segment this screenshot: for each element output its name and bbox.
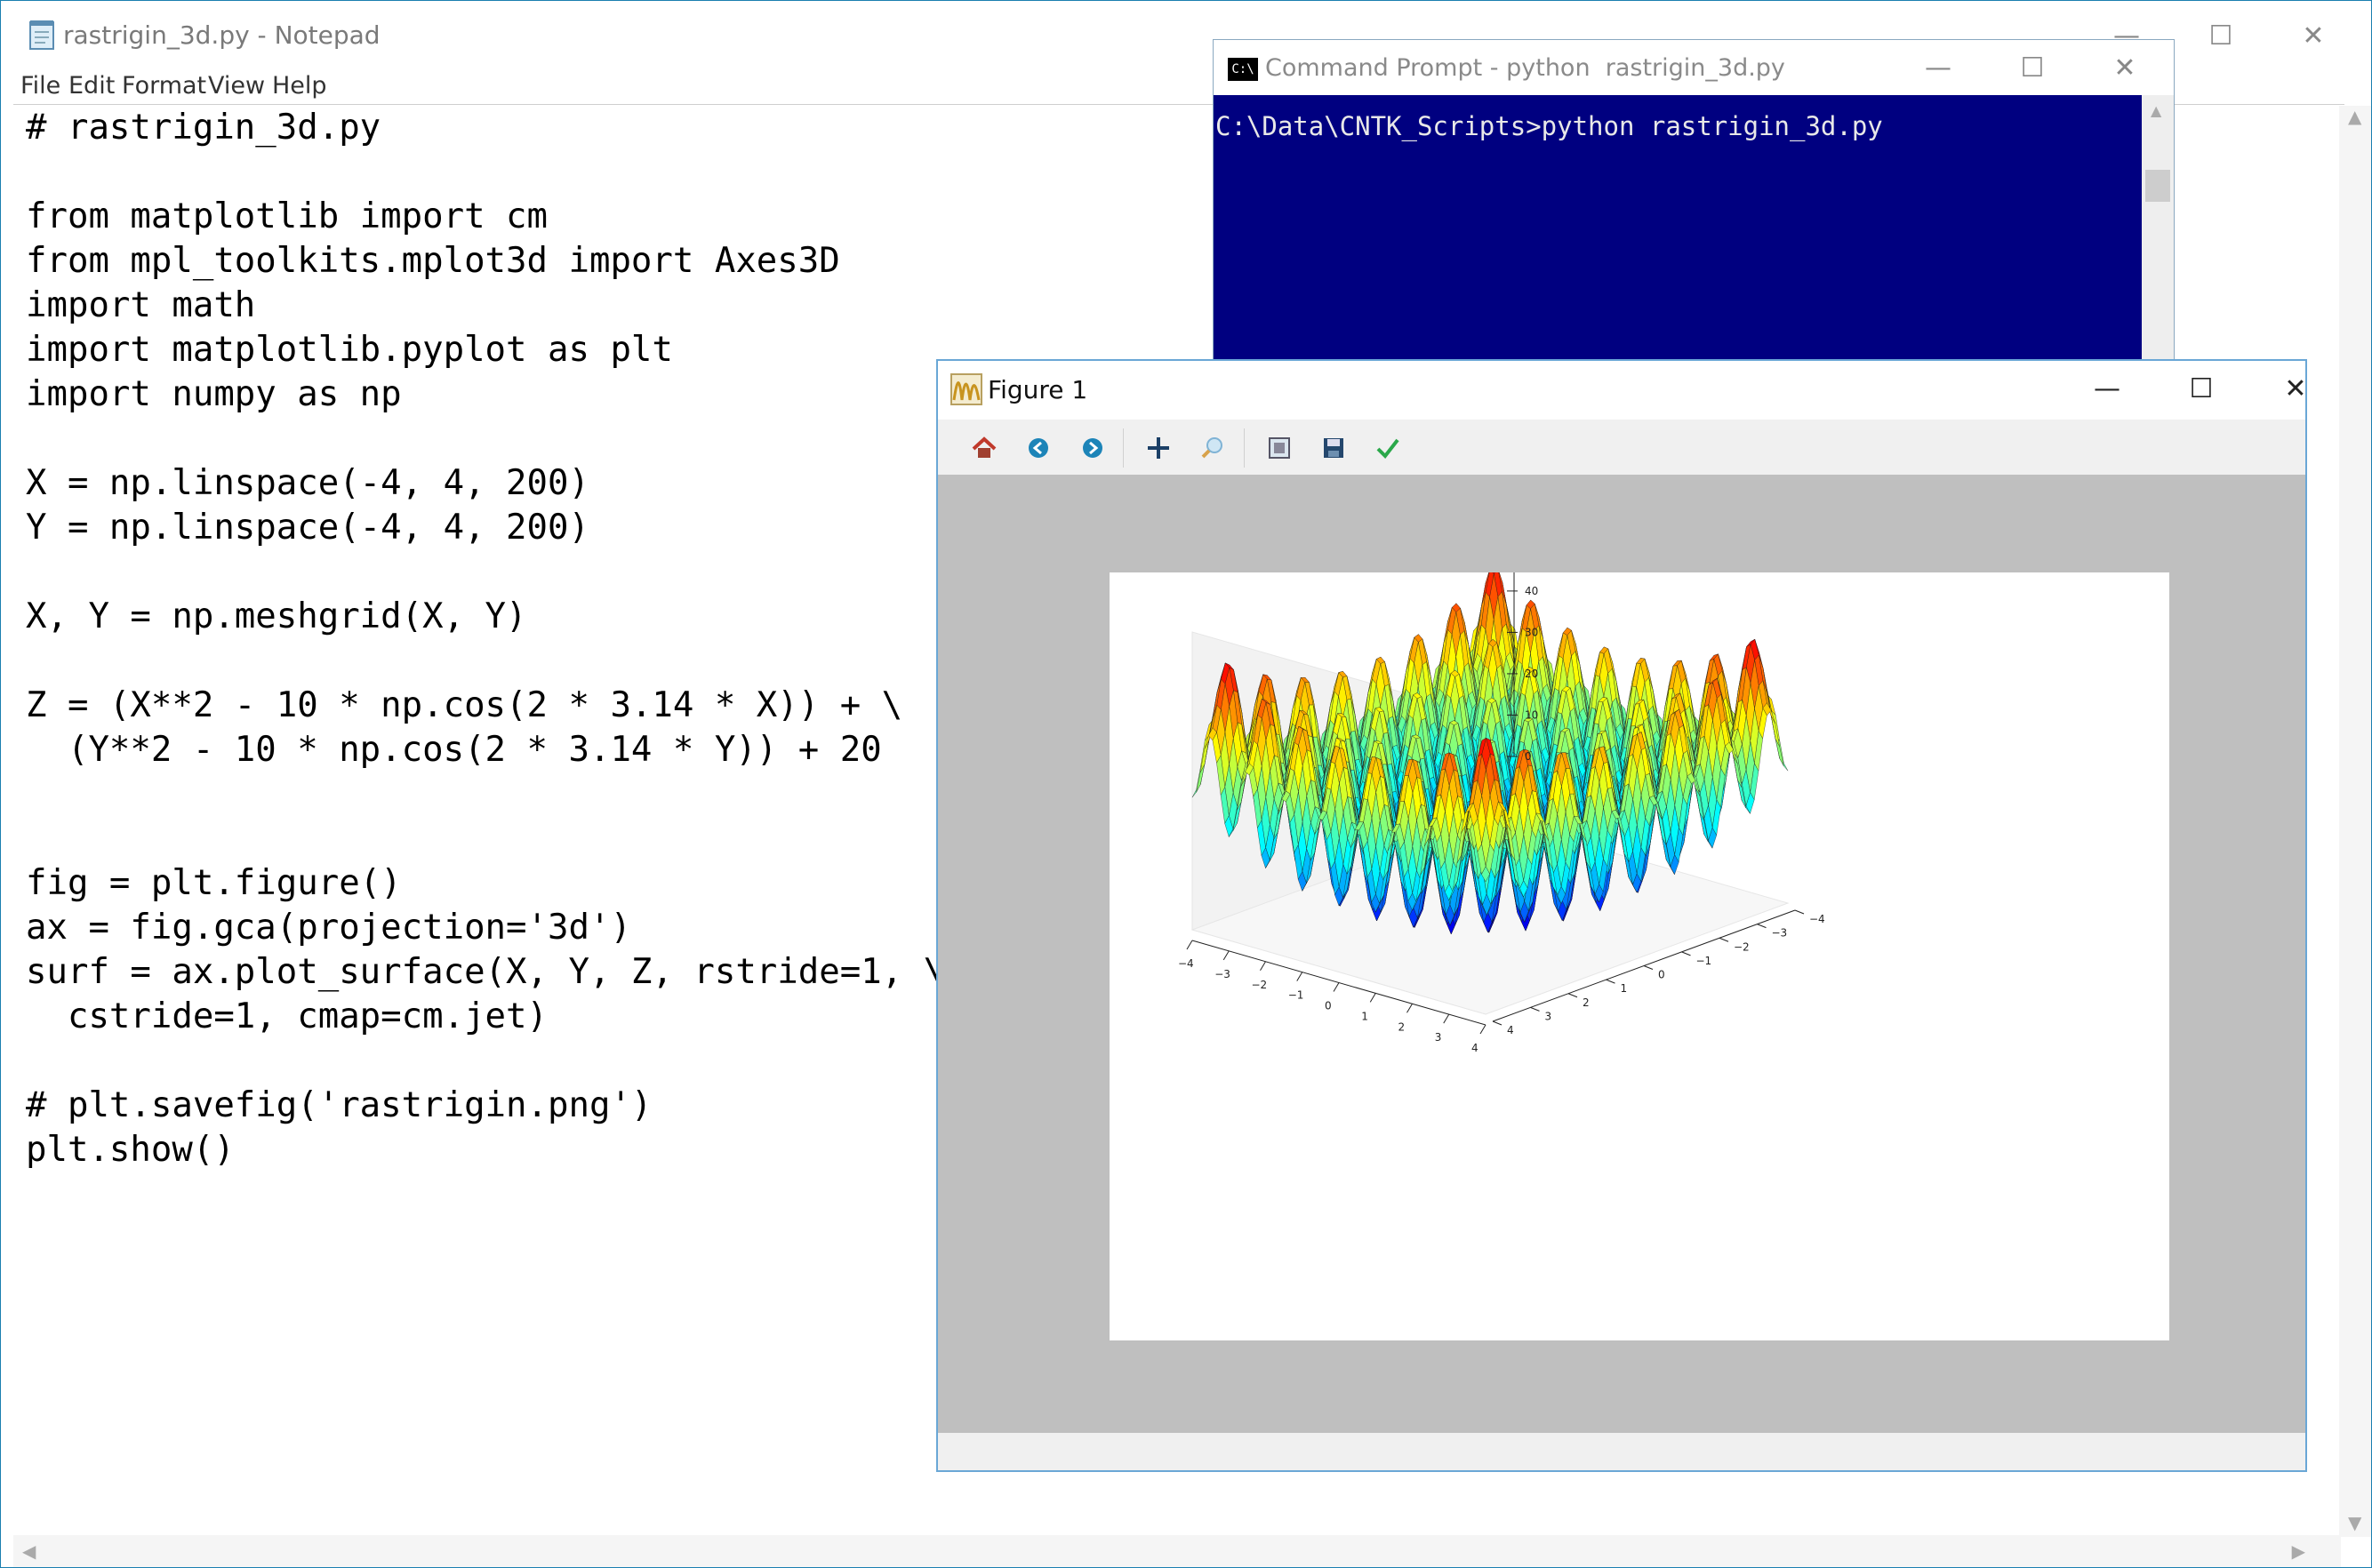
notepad-vertical-scrollbar[interactable]: ▲ ▼ (2339, 106, 2371, 1537)
code-line: # plt.savefig('rastrigin.png') (26, 1085, 653, 1125)
surface-plot: 010203040506070−4−3−2−10123443210−1−2−3−… (1178, 459, 1825, 1054)
scroll-down-icon[interactable]: ▼ (2348, 1512, 2361, 1533)
subplots-icon[interactable] (1262, 430, 1297, 466)
code-line: X, Y = np.meshgrid(X, Y) (26, 596, 527, 636)
cmd-output-line: C:\Data\CNTK_Scripts>python rastrigin_3d… (1215, 111, 1883, 141)
cmd-maximize-button[interactable]: ☐ (1992, 45, 2072, 92)
code-line: Z = (X**2 - 10 * np.cos(2 * 3.14 * X)) +… (26, 685, 903, 725)
code-line: X = np.linspace(-4, 4, 200) (26, 463, 589, 503)
figure-minimize-button[interactable]: — (2067, 366, 2147, 412)
plot-canvas[interactable]: 010203040506070−4−3−2−10123443210−1−2−3−… (1110, 459, 2169, 1340)
code-line: import math (26, 285, 256, 325)
code-line: cstride=1, cmap=cm.jet) (26, 996, 548, 1036)
home-icon[interactable] (966, 430, 1002, 466)
scroll-right-icon[interactable]: ▶ (2292, 1540, 2305, 1562)
figure-title: Figure 1 (988, 375, 1088, 404)
menu-file[interactable]: File (20, 72, 60, 100)
cmd-title: Command Prompt - python rastrigin_3d.py (1265, 54, 1785, 82)
menu-help[interactable]: Help (272, 72, 327, 100)
code-line: import matplotlib.pyplot as plt (26, 330, 673, 370)
cmd-minimize-button[interactable]: — (1898, 45, 1978, 92)
forward-icon[interactable] (1075, 430, 1110, 466)
matplotlib-icon (950, 373, 982, 405)
command-prompt-window: C:\ Command Prompt - python rastrigin_3d… (1213, 39, 2175, 378)
code-line: Y = np.linspace(-4, 4, 200) (26, 508, 589, 548)
notepad-title: rastrigin_3d.py - Notepad (63, 20, 381, 50)
cmd-app-icon: C:\ (1228, 58, 1258, 81)
pan-icon[interactable] (1141, 430, 1176, 466)
toolbar-separator (1244, 428, 1245, 468)
cmd-titlebar[interactable]: C:\ Command Prompt - python rastrigin_3d… (1214, 40, 2174, 95)
scroll-up-icon[interactable]: ▲ (2348, 106, 2361, 127)
scroll-left-icon[interactable]: ◀ (22, 1540, 36, 1562)
figure-window: Figure 1 — ☐ ✕ 010 20 30 40 −4 −3 −2 −1 … (936, 359, 2307, 1472)
cmd-close-button[interactable]: ✕ (2085, 45, 2165, 92)
code-line: fig = plt.figure() (26, 863, 402, 903)
code-line: ax = fig.gca(projection='3d') (26, 908, 631, 948)
code-line: plt.show() (26, 1130, 235, 1170)
code-line: # rastrigin_3d.py (26, 108, 381, 148)
cmd-scrollbar[interactable]: ▲ (2142, 95, 2174, 378)
edit-axis-icon[interactable] (1370, 430, 1406, 466)
notepad-maximize-button[interactable]: ☐ (2181, 13, 2261, 60)
code-line: from mpl_toolkits.mplot3d import Axes3D (26, 241, 840, 281)
code-line: surf = ax.plot_surface(X, Y, Z, rstride=… (26, 952, 945, 992)
code-line: from matplotlib import cm (26, 196, 548, 236)
menu-edit[interactable]: Edit (68, 72, 115, 100)
figure-canvas-area: 010203040506070−4−3−2−10123443210−1−2−3−… (938, 459, 2305, 1435)
cmd-scroll-up-icon[interactable]: ▲ (2151, 102, 2161, 119)
save-icon[interactable] (1316, 430, 1351, 466)
notepad-close-button[interactable]: ✕ (2273, 13, 2353, 60)
figure-toolbar (938, 420, 2305, 475)
back-icon[interactable] (1021, 430, 1056, 466)
figure-close-button[interactable]: ✕ (2256, 366, 2336, 412)
notepad-app-icon (29, 20, 54, 50)
code-line: (Y**2 - 10 * np.cos(2 * 3.14 * Y)) + 20 (26, 730, 882, 770)
figure-titlebar[interactable]: Figure 1 — ☐ ✕ (938, 361, 2307, 420)
notepad-text-area[interactable]: # rastrigin_3d.py from matplotlib import… (26, 106, 959, 1172)
notepad-horizontal-scrollbar[interactable]: ◀ ▶ (13, 1535, 2341, 1567)
zoom-icon[interactable] (1195, 430, 1230, 466)
cmd-scroll-thumb[interactable] (2145, 170, 2170, 202)
menu-view[interactable]: View (208, 72, 265, 100)
menu-format[interactable]: Format (122, 72, 206, 100)
code-line: import numpy as np (26, 374, 402, 414)
toolbar-separator (1123, 428, 1124, 468)
figure-maximize-button[interactable]: ☐ (2161, 366, 2241, 412)
